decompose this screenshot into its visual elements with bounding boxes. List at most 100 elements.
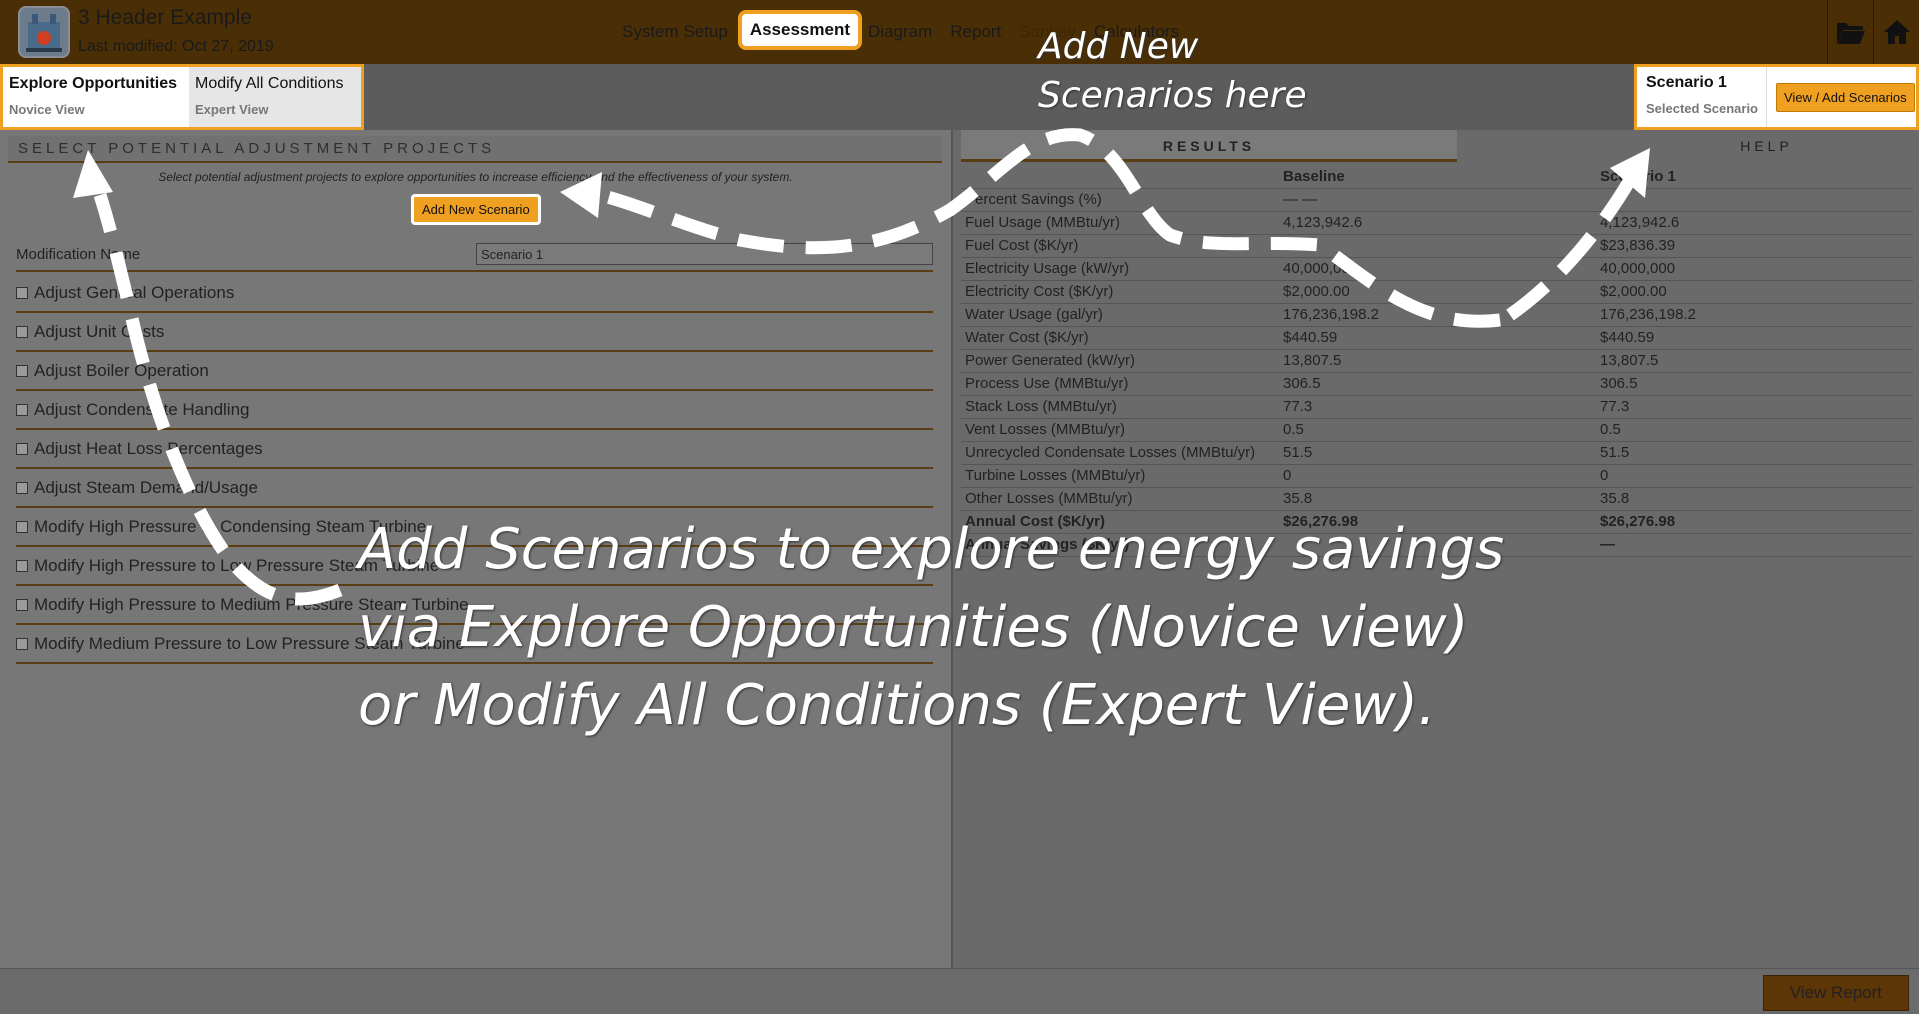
folder-icon[interactable] bbox=[1827, 0, 1873, 64]
opportunity-item[interactable]: Adjust General Operations bbox=[16, 274, 933, 313]
metric-label: Unrecycled Condensate Losses (MMBtu/yr) bbox=[961, 441, 1279, 465]
table-row: Electricity Usage (kW/yr) 40,000,000 40,00… bbox=[961, 257, 1913, 281]
add-new-scenario-button[interactable]: Add New Scenario bbox=[411, 194, 541, 225]
modification-name-input[interactable] bbox=[476, 243, 933, 265]
opportunity-checkbox[interactable] bbox=[16, 325, 28, 338]
metric-label: Process Use (MMBtu/yr) bbox=[961, 372, 1279, 396]
opportunity-checkbox[interactable] bbox=[16, 559, 28, 572]
column-header bbox=[961, 166, 1279, 189]
baseline-value: $440.59 bbox=[1279, 326, 1596, 350]
annotation-main-line2: via Explore Opportunities (Novice view) bbox=[358, 595, 1469, 660]
opportunity-item[interactable]: Adjust Unit Costs bbox=[16, 313, 933, 352]
opportunity-label: Adjust Steam Demand/Usage bbox=[34, 477, 258, 497]
last-modified-text: Last modified: Oct 27, 2019 bbox=[78, 38, 274, 55]
opportunity-checkbox[interactable] bbox=[16, 364, 28, 377]
selected-scenario-info[interactable]: Scenario 1 Selected Scenario bbox=[1637, 67, 1767, 127]
app-logo-icon bbox=[18, 6, 70, 58]
scenario-value: 306.5 bbox=[1596, 372, 1913, 396]
help-text: Select potential adjustment projects to … bbox=[158, 170, 793, 184]
opportunity-label: Adjust Condensate Handling bbox=[34, 399, 250, 419]
table-row: Electricity Cost ($K/yr) $2,000.00 $2,000.… bbox=[961, 280, 1913, 304]
opportunity-checkbox[interactable] bbox=[16, 520, 28, 533]
view-bar: Explore Opportunities Novice View Modify… bbox=[0, 64, 1919, 130]
table-row: Fuel Usage (MMBtu/yr) 4,123,942.6 4,123,94… bbox=[961, 211, 1913, 235]
tab-modify-sub: Expert View bbox=[195, 102, 269, 117]
annotation-main-line1: Add Scenarios to explore energy savings bbox=[358, 517, 1505, 582]
opportunity-item[interactable]: Adjust Heat Loss Percentages bbox=[16, 430, 933, 469]
annotation-add-new-scenarios: Add New Scenarios here bbox=[1038, 22, 1307, 120]
annotation-main-line3: or Modify All Conditions (Expert View). bbox=[358, 673, 1436, 738]
metric-label: Fuel Cost ($K/yr) bbox=[961, 234, 1279, 258]
scenario-value: 35.8 bbox=[1596, 487, 1913, 511]
column-header-scenario: Scenario 1 bbox=[1596, 166, 1913, 189]
opportunity-checkbox[interactable] bbox=[16, 403, 28, 416]
nav-tab-report[interactable]: Report bbox=[950, 22, 1001, 42]
opportunity-item[interactable]: Adjust Steam Demand/Usage bbox=[16, 469, 933, 508]
baseline-value: 306.5 bbox=[1279, 372, 1596, 396]
tab-help[interactable]: HELP bbox=[1457, 130, 1919, 162]
results-tabs: RESULTS HELP bbox=[961, 130, 1919, 162]
baseline-value: 40,000,000 bbox=[1279, 257, 1596, 281]
scenario-value: $26,276.98 bbox=[1596, 510, 1913, 534]
table-row: Power Generated (kW/yr) 13,807.5 13,807.5 bbox=[961, 349, 1913, 373]
table-row: Turbine Losses (MMBtu/yr) 0 0 bbox=[961, 464, 1913, 488]
opportunity-label: Adjust Unit Costs bbox=[34, 321, 165, 341]
opportunity-checkbox[interactable] bbox=[16, 598, 28, 611]
scenario-value: 51.5 bbox=[1596, 441, 1913, 465]
tab-explore-opportunities[interactable]: Explore Opportunities Novice View bbox=[3, 67, 189, 127]
table-row: Water Usage (gal/yr) 176,236,198.2 176,236… bbox=[961, 303, 1913, 327]
tab-modify-title: Modify All Conditions bbox=[195, 75, 344, 92]
annotation-main-instructions: Add Scenarios to explore energy savings … bbox=[358, 511, 1504, 745]
home-icon[interactable] bbox=[1873, 0, 1919, 64]
table-header-row: Baseline Scenario 1 bbox=[961, 166, 1913, 189]
opportunity-checkbox[interactable] bbox=[16, 286, 28, 299]
scenario-value: 4,123,942.6 bbox=[1596, 211, 1913, 235]
scenario-value: $23,836.39 bbox=[1596, 234, 1913, 258]
baseline-value: 4,123,942.6 bbox=[1279, 211, 1596, 235]
opportunity-item[interactable]: Adjust Condensate Handling bbox=[16, 391, 933, 430]
baseline-value: 176,236,198.2 bbox=[1279, 303, 1596, 327]
metric-label: Percent Savings (%) bbox=[961, 188, 1279, 212]
selected-scenario-name: Scenario 1 bbox=[1646, 74, 1727, 91]
tab-modify-all-conditions[interactable]: Modify All Conditions Expert View bbox=[189, 67, 361, 127]
baseline-value: 13,807.5 bbox=[1279, 349, 1596, 373]
tab-explore-sub: Novice View bbox=[9, 102, 85, 117]
opportunity-item[interactable]: Adjust Boiler Operation bbox=[16, 352, 933, 391]
footer-bar: View Report bbox=[0, 968, 1919, 1014]
nav-tab-assessment[interactable]: Assessment bbox=[737, 10, 862, 50]
opportunity-checkbox[interactable] bbox=[16, 442, 28, 455]
nav-tab-diagram[interactable]: Diagram bbox=[868, 22, 932, 42]
scenario-value: 0.5 bbox=[1596, 418, 1913, 442]
table-row: Vent Losses (MMBtu/yr) 0.5 0.5 bbox=[961, 418, 1913, 442]
metric-label: Vent Losses (MMBtu/yr) bbox=[961, 418, 1279, 442]
opportunity-label: Adjust Heat Loss Percentages bbox=[34, 438, 263, 458]
column-header-baseline: Baseline bbox=[1279, 166, 1596, 189]
baseline-value: 0.5 bbox=[1279, 418, 1596, 442]
table-row: Stack Loss (MMBtu/yr) 77.3 77.3 bbox=[961, 395, 1913, 419]
table-row: Unrecycled Condensate Losses (MMBtu/yr) 5… bbox=[961, 441, 1913, 465]
table-row: Fuel Cost ($K/yr) $23,836.39 bbox=[961, 234, 1913, 258]
header-icons bbox=[1827, 0, 1919, 64]
scenario-value: 176,236,198.2 bbox=[1596, 303, 1913, 327]
baseline-value: $2,000.00 bbox=[1279, 280, 1596, 304]
metric-label: Power Generated (kW/yr) bbox=[961, 349, 1279, 373]
view-tabs: Explore Opportunities Novice View Modify… bbox=[0, 64, 364, 130]
results-table: Baseline Scenario 1 Percent Savings (%) —… bbox=[961, 166, 1913, 557]
scenario-value: $2,000.00 bbox=[1596, 280, 1913, 304]
view-add-scenarios-button[interactable]: View / Add Scenarios bbox=[1776, 82, 1915, 112]
scenario-value: 77.3 bbox=[1596, 395, 1913, 419]
opportunity-label: Adjust General Operations bbox=[34, 282, 235, 302]
baseline-value: 77.3 bbox=[1279, 395, 1596, 419]
tab-results[interactable]: RESULTS bbox=[961, 130, 1457, 162]
opportunity-checkbox[interactable] bbox=[16, 481, 28, 494]
table-row: Water Cost ($K/yr) $440.59 $440.59 bbox=[961, 326, 1913, 350]
scenario-value: $440.59 bbox=[1596, 326, 1913, 350]
section-title: SELECT POTENTIAL ADJUSTMENT PROJECTS bbox=[8, 136, 942, 163]
nav-tab-system-setup[interactable]: System Setup bbox=[622, 22, 728, 42]
table-row: Other Losses (MMBtu/yr) 35.8 35.8 bbox=[961, 487, 1913, 511]
view-report-button[interactable]: View Report bbox=[1762, 975, 1909, 1011]
modification-name-label: Modification Name bbox=[16, 245, 141, 263]
tab-explore-title: Explore Opportunities bbox=[9, 75, 178, 92]
opportunity-checkbox[interactable] bbox=[16, 637, 28, 650]
metric-label: Water Cost ($K/yr) bbox=[961, 326, 1279, 350]
